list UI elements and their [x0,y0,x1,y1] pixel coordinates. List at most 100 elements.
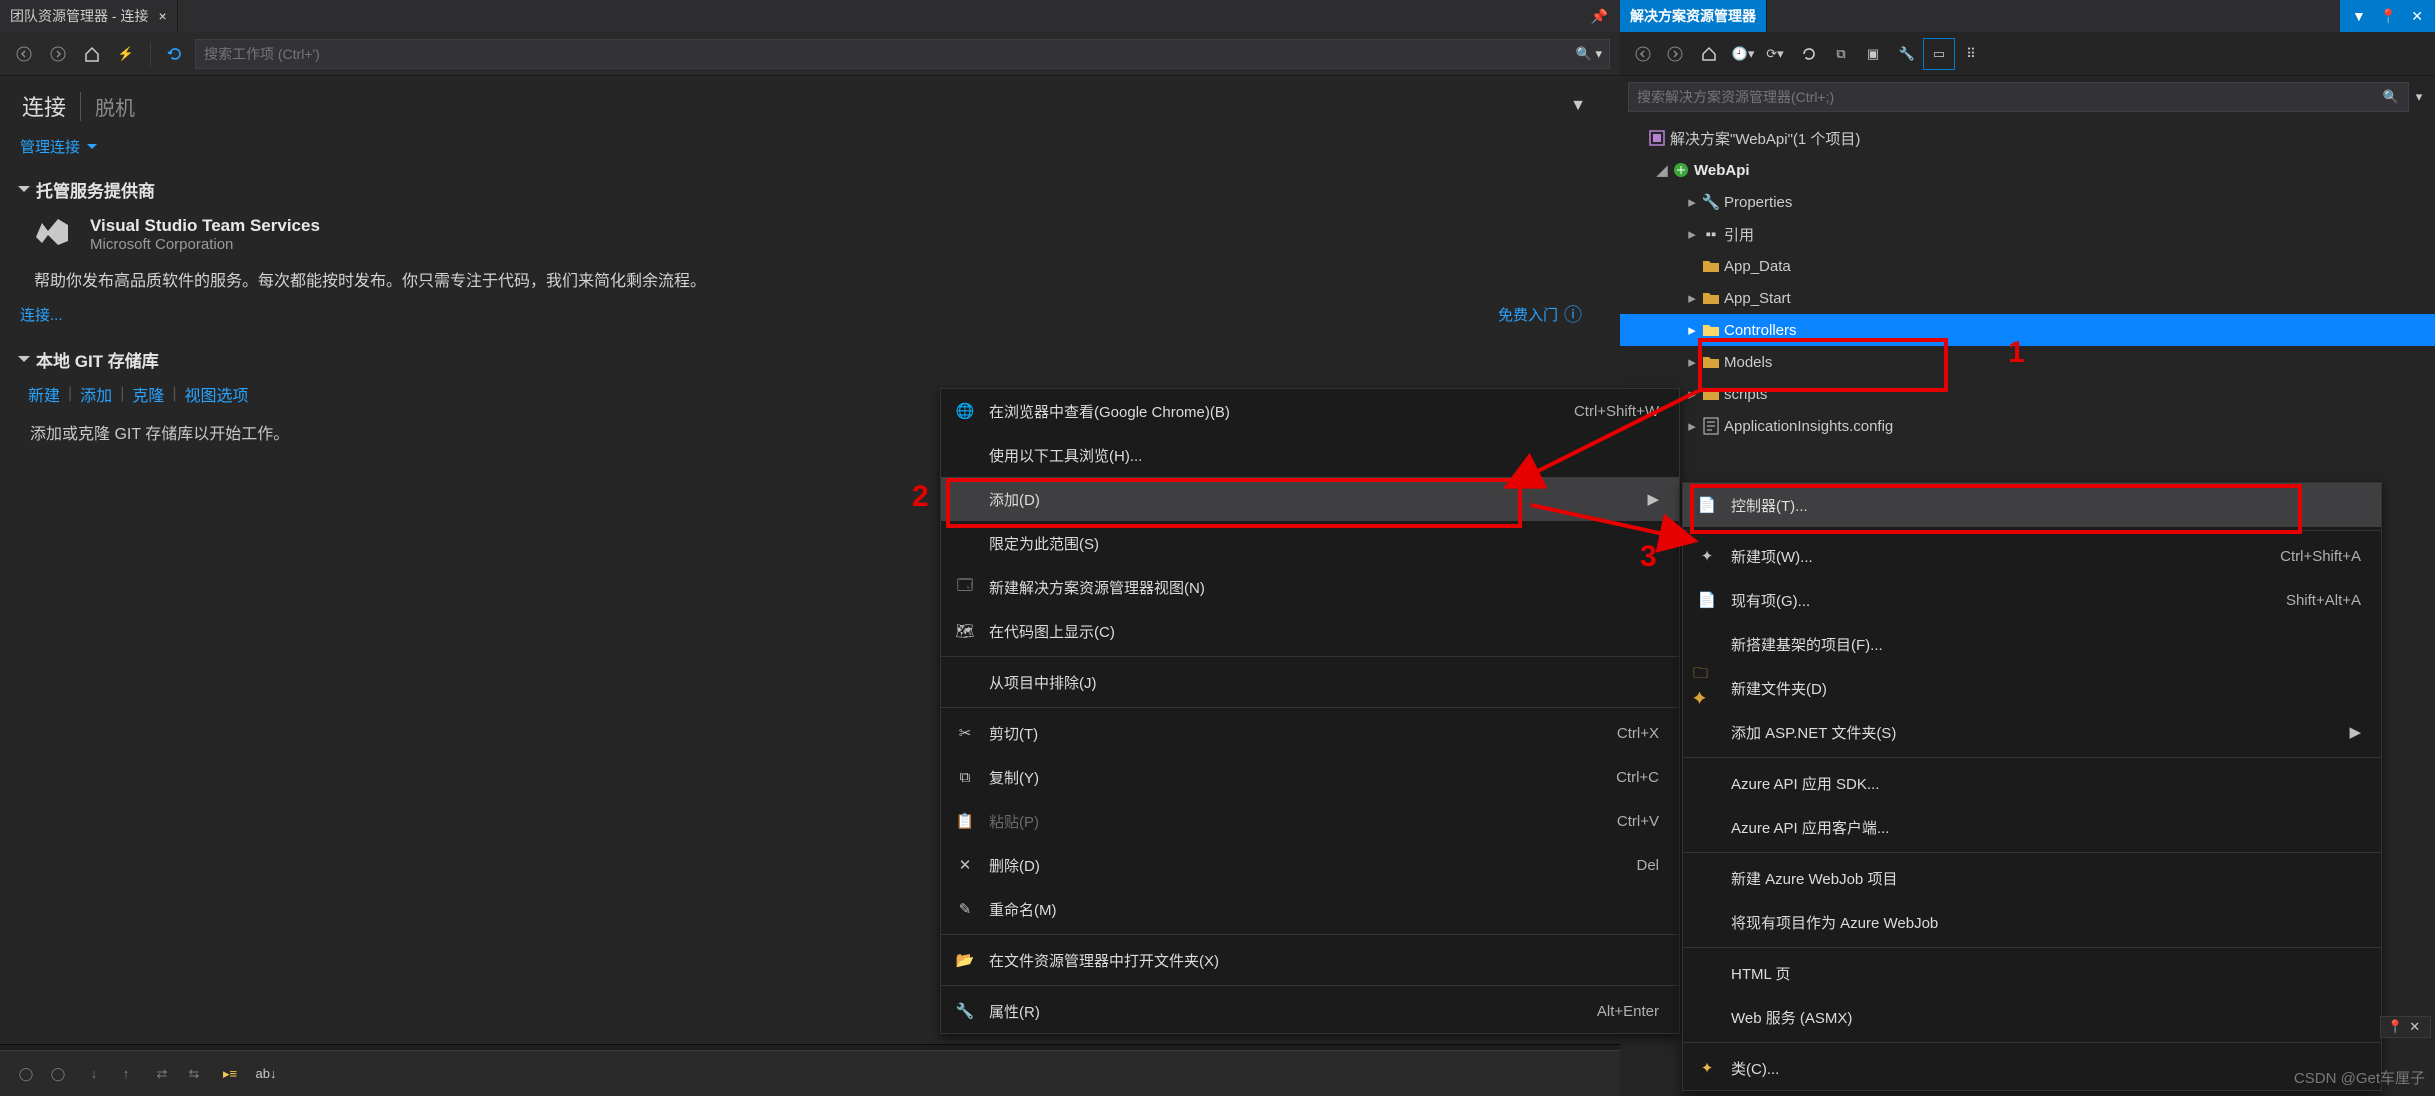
pin-icon[interactable]: 📍 [2387,1019,2403,1035]
ctx-rename[interactable]: ✎重命名(M) [941,887,1679,931]
ctx-scope[interactable]: 限定为此范围(S) [941,521,1679,565]
expand-icon[interactable]: ▸ [1684,225,1700,243]
expand-icon[interactable]: ▸ [1684,321,1700,339]
node-references[interactable]: ▸▪▪引用 [1620,218,2435,250]
ctx-copy[interactable]: ⧉复制(Y)Ctrl+C [941,755,1679,799]
vsts-connect-link[interactable]: 连接... [20,304,63,325]
collapse-icon[interactable]: ⧉ [1826,39,1856,69]
expand-icon[interactable]: ▸ [1684,353,1700,371]
node-appstart[interactable]: ▸App_Start [1620,282,2435,314]
ctx2-existing[interactable]: 📄现有项(G)...Shift+Alt+A [1683,578,2381,622]
node-solution[interactable]: 解决方案"WebApi"(1 个项目) [1620,122,2435,154]
node-appdata[interactable]: App_Data [1620,250,2435,282]
close-icon[interactable]: ✕ [2409,1019,2420,1035]
sb-icon-7[interactable]: ab↓ [252,1060,280,1088]
git-view-link[interactable]: 视图选项 [185,382,249,406]
collapse-icon[interactable]: ◢ [1654,161,1670,179]
tab-solution-explorer[interactable]: 解决方案资源管理器 [1620,0,1767,32]
expand-icon[interactable]: ▸ [1684,289,1700,307]
tab-team-explorer[interactable]: 团队资源管理器 - 连接 × [0,0,178,32]
vsts-free-link[interactable]: 免费入门 [1498,304,1558,325]
context-menu-main[interactable]: 🌐在浏览器中查看(Google Chrome)(B)Ctrl+Shift+W 使… [940,388,1680,1034]
ctx-delete[interactable]: ✕删除(D)Del [941,843,1679,887]
ctx2-webservice[interactable]: Web 服务 (ASMX) [1683,995,2381,1039]
ctx-add[interactable]: 添加(D)▶ [941,477,1679,521]
section-git[interactable]: 本地 GIT 存储库 [0,335,1620,376]
close-icon[interactable]: ✕ [2405,6,2429,27]
git-new-link[interactable]: 新建 [28,382,60,406]
search-input[interactable] [195,39,1610,69]
dropdown-icon[interactable]: ▼ [2346,6,2372,26]
ctx-openfolder[interactable]: 📂在文件资源管理器中打开文件夹(X) [941,938,1679,982]
ctx2-azclient[interactable]: Azure API 应用客户端... [1683,805,2381,849]
properties-icon[interactable]: 🔧 [1892,39,1922,69]
chevron-down-icon[interactable]: ▼ [1570,97,1598,115]
back-icon[interactable] [1628,39,1658,69]
manage-connections-link[interactable]: 管理连接 [20,136,97,157]
preview-icon[interactable]: ▭ [1924,39,1954,69]
ctx2-azsdk[interactable]: Azure API 应用 SDK... [1683,761,2381,805]
ctx-codemap[interactable]: 🗺在代码图上显示(C) [941,609,1679,653]
showall-icon[interactable]: ▣ [1858,39,1888,69]
node-properties[interactable]: ▸🔧Properties [1620,186,2435,218]
node-appinsights[interactable]: ▸ApplicationInsights.config [1620,410,2435,442]
provider-vsts: Visual Studio Team Services Microsoft Co… [0,206,1620,253]
help-icon[interactable]: ⓘ [1564,301,1600,327]
history-icon[interactable]: 🕘▾ [1728,39,1758,69]
ctx2-existwebjob[interactable]: 将现有项目作为 Azure WebJob [1683,900,2381,944]
sb-icon-4[interactable]: ↑ [112,1060,140,1088]
ctx2-htmlpage[interactable]: HTML 页 [1683,951,2381,995]
sb-icon-3[interactable]: ↓ [80,1060,108,1088]
solution-icon [1646,129,1668,147]
ctx2-scaffold[interactable]: 新搭建基架的项目(F)... [1683,622,2381,666]
sb-icon-2[interactable]: ◯ [44,1060,72,1088]
context-menu-add[interactable]: 📄控制器(T)... ✦新建项(W)...Ctrl+Shift+A 📄现有项(G… [1682,482,2382,1091]
ctx-newview[interactable]: 🗔新建解决方案资源管理器视图(N) [941,565,1679,609]
git-clone-link[interactable]: 克隆 [132,382,164,406]
node-project[interactable]: ◢ WebApi [1620,154,2435,186]
ctx2-aspfolder[interactable]: 添加 ASP.NET 文件夹(S)▶ [1683,710,2381,754]
home-icon[interactable] [1694,39,1724,69]
sb-icon-5[interactable]: ⇄ [148,1060,176,1088]
close-icon[interactable]: × [158,8,166,24]
sb-icon-6[interactable]: ⇆ [180,1060,208,1088]
ctx-cut[interactable]: ✂剪切(T)Ctrl+X [941,711,1679,755]
ctx-browser[interactable]: 🌐在浏览器中查看(Google Chrome)(B)Ctrl+Shift+W [941,389,1679,433]
pin-icon[interactable]: 📌 [1585,6,1614,27]
pin-icon[interactable]: 📍 [2374,6,2403,27]
search-icon[interactable]: 🔍 ▾ [1576,46,1602,62]
refresh-icon[interactable] [161,40,189,68]
expand-icon[interactable]: ▸ [1684,385,1700,403]
home-icon[interactable] [78,40,106,68]
expand-icon[interactable]: ▸ [1684,417,1700,435]
ctx2-class[interactable]: ✦类(C)... [1683,1046,2381,1090]
ctx2-newitem[interactable]: ✦新建项(W)...Ctrl+Shift+A [1683,534,2381,578]
ctx2-newwebjob[interactable]: 新建 Azure WebJob 项目 [1683,856,2381,900]
plug-icon[interactable]: ⚡ [112,40,140,68]
sb-step-icon[interactable]: ▸≡ [216,1060,244,1088]
sync-icon[interactable]: ⟳▾ [1760,39,1790,69]
search-workitems[interactable]: 🔍 ▾ [195,39,1610,69]
back-icon[interactable] [10,40,38,68]
ctx-properties[interactable]: 🔧属性(R)Alt+Enter [941,989,1679,1033]
node-controllers[interactable]: ▸Controllers [1620,314,2435,346]
node-scripts[interactable]: ▸scripts [1620,378,2435,410]
ctx-browsewith[interactable]: 使用以下工具浏览(H)... [941,433,1679,477]
solution-search-input[interactable] [1628,82,2409,112]
expand-icon[interactable]: ▸ [1684,193,1700,211]
sb-icon-1[interactable]: ◯ [12,1060,40,1088]
refresh-icon[interactable] [1794,39,1824,69]
existing-item-icon: 📄 [1693,591,1721,609]
ctx-exclude[interactable]: 从项目中排除(J) [941,660,1679,704]
forward-icon[interactable] [1660,39,1690,69]
section-hosted[interactable]: 托管服务提供商 [0,165,1620,206]
ctx2-controller[interactable]: 📄控制器(T)... [1683,483,2381,527]
git-add-link[interactable]: 添加 [80,382,112,406]
search-icon[interactable]: 🔍 [2383,89,2399,105]
view-icon[interactable]: ⠿ [1956,39,1986,69]
node-models[interactable]: ▸Models [1620,346,2435,378]
ctx2-newfolder[interactable]: 🗀✦新建文件夹(D) [1683,666,2381,710]
ctx-paste: 📋粘贴(P)Ctrl+V [941,799,1679,843]
chevron-down-icon[interactable]: ▾ [2411,89,2427,105]
forward-icon[interactable] [44,40,72,68]
